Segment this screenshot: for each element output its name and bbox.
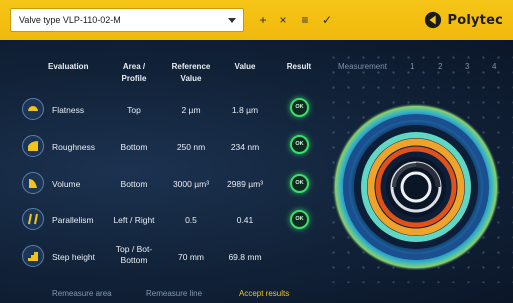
row-roughness-ok-badge: OK — [290, 135, 309, 154]
list-icon: ≡ — [301, 13, 309, 27]
row-parallelism-reference: 0.5 — [185, 215, 197, 225]
row-step-height-area: Top / Bot- Bottom — [115, 244, 153, 265]
polytec-logo-icon — [425, 11, 442, 29]
row-roughness-name: Roughness — [52, 142, 96, 152]
volume-icon[interactable] — [22, 172, 44, 194]
header-reference-value: Reference Value — [171, 62, 211, 83]
row-flatness-name: Flatness — [52, 105, 85, 115]
header-value: Value — [234, 62, 256, 71]
row-parallelism-value: 0.41 — [236, 215, 254, 225]
header-area-profile: Area / Profile — [121, 62, 147, 83]
parallelism-icon[interactable] — [22, 208, 44, 230]
chevron-down-icon — [228, 18, 236, 23]
step-height-icon[interactable] — [22, 245, 44, 267]
row-flatness-reference: 2 µm — [181, 105, 201, 115]
list-button[interactable]: ≡ — [298, 12, 312, 28]
remove-button[interactable]: × — [276, 12, 290, 28]
row-flatness-ok-badge: OK — [290, 98, 309, 117]
top-toolbar: Valve type VLP-110-02-M + × ≡ ✓ Polytec — [0, 0, 513, 40]
roughness-icon[interactable] — [22, 135, 44, 157]
row-volume-value: 2989 µm³ — [226, 179, 264, 189]
add-button[interactable]: + — [256, 12, 270, 28]
row-step-height-value: 69.8 mm — [228, 252, 262, 262]
row-parallelism-area: Left / Right — [113, 215, 155, 225]
polytec-logo: Polytec — [424, 9, 503, 31]
row-volume-area: Bottom — [120, 179, 148, 189]
measurement-tab-3[interactable]: 3 — [465, 62, 469, 71]
flatness-icon[interactable] — [22, 98, 44, 120]
row-parallelism-ok-badge: OK — [290, 210, 309, 229]
header-evaluation: Evaluation — [48, 62, 89, 71]
remeasure-line-button[interactable]: Remeasure line — [146, 289, 202, 298]
check-icon: ✓ — [321, 13, 333, 27]
row-step-height-name: Step height — [52, 252, 96, 262]
valve-type-select[interactable]: Valve type VLP-110-02-M — [10, 8, 244, 32]
close-icon: × — [279, 13, 287, 27]
row-step-height-reference: 70 mm — [178, 252, 204, 262]
row-volume-name: Volume — [52, 179, 81, 189]
measurement-tab-2[interactable]: 2 — [438, 62, 442, 71]
row-roughness-value: 234 nm — [230, 142, 260, 152]
row-roughness-reference: 250 nm — [176, 142, 206, 152]
valve-type-value: Valve type VLP-110-02-M — [19, 15, 121, 25]
header-result: Result — [286, 62, 312, 71]
remeasure-area-button[interactable]: Remeasure area — [52, 289, 112, 298]
measurement-heatmap-image[interactable] — [326, 95, 506, 280]
accept-results-button[interactable]: Accept results — [239, 289, 289, 298]
measurement-tab-1[interactable]: 1 — [410, 62, 414, 71]
brand-name: Polytec — [447, 12, 503, 28]
row-parallelism-name: Parallelism — [52, 215, 94, 225]
row-flatness-area: Top — [127, 105, 141, 115]
row-volume-ok-badge: OK — [290, 174, 309, 193]
row-roughness-area: Bottom — [120, 142, 148, 152]
plus-icon: + — [259, 13, 267, 27]
row-volume-reference: 3000 µm³ — [172, 179, 210, 189]
measurement-label: Measurement — [338, 62, 387, 71]
row-flatness-value: 1.8 µm — [231, 105, 259, 115]
measurement-tab-4[interactable]: 4 — [492, 62, 496, 71]
confirm-button[interactable]: ✓ — [320, 12, 334, 28]
